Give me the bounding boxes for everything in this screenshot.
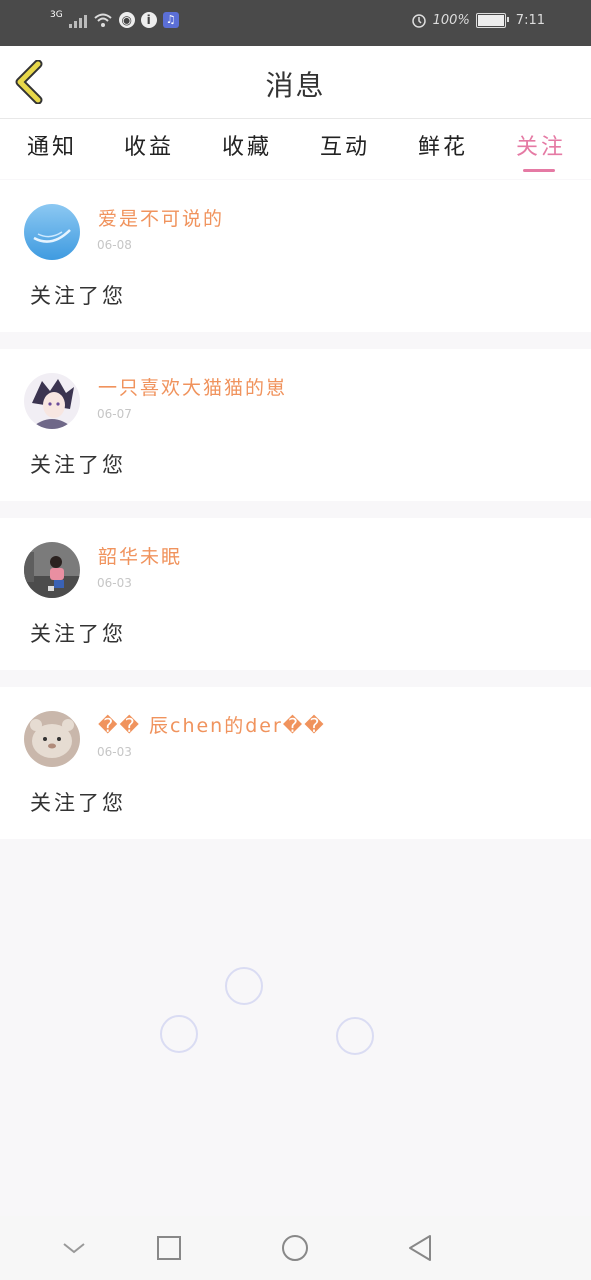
recents-button[interactable] bbox=[153, 1232, 185, 1264]
date: 06-07 bbox=[97, 407, 132, 421]
message-text: 关注了您 bbox=[30, 453, 126, 477]
square-icon bbox=[157, 1236, 181, 1260]
tab-favorites[interactable]: 收藏 bbox=[222, 129, 272, 161]
chevron-down-icon bbox=[63, 1243, 85, 1254]
back-nav-button[interactable] bbox=[404, 1232, 436, 1264]
sky-avatar-image bbox=[24, 204, 80, 260]
battery-percent: 100% bbox=[432, 12, 470, 28]
circle-icon bbox=[282, 1235, 308, 1261]
plush-toy-avatar-image bbox=[24, 711, 80, 767]
list-item[interactable]: 韶华未眠 06-03 关注了您 bbox=[0, 518, 591, 670]
system-nav-bar bbox=[0, 1216, 591, 1280]
signal-icon bbox=[68, 12, 87, 28]
message-text: 关注了您 bbox=[30, 284, 126, 308]
tab-following[interactable]: 关注 bbox=[516, 129, 566, 161]
nav-down-button[interactable] bbox=[58, 1232, 90, 1264]
battery-icon bbox=[475, 12, 509, 28]
alarm-icon bbox=[411, 14, 426, 28]
clock: 7:11 bbox=[515, 12, 545, 28]
tab-notifications[interactable]: 通知 bbox=[27, 129, 77, 161]
date: 06-03 bbox=[97, 745, 132, 759]
user-name[interactable]: 韶华未眠 bbox=[98, 542, 182, 569]
anime-avatar-image bbox=[24, 373, 80, 429]
user-name[interactable]: 一只喜欢大猫猫的崽 bbox=[98, 373, 287, 400]
avatar[interactable] bbox=[24, 204, 80, 260]
header: 消息 bbox=[0, 46, 591, 119]
globe-icon: ◉ bbox=[118, 12, 135, 28]
wifi-icon bbox=[94, 13, 112, 27]
list-item[interactable]: 一只喜欢大猫猫的崽 06-07 关注了您 bbox=[0, 349, 591, 501]
home-button[interactable] bbox=[279, 1232, 311, 1264]
status-bar: 3G ◉ i ♫ 100% 7:11 bbox=[0, 0, 591, 46]
avatar[interactable] bbox=[24, 542, 80, 598]
active-tab-indicator bbox=[523, 169, 555, 172]
list-item[interactable]: 爱是不可说的 06-08 关注了您 bbox=[0, 180, 591, 332]
list-item[interactable]: �� 辰chen的der�� 06-03 关注了您 bbox=[0, 687, 591, 839]
status-icons-right: 100% 7:11 bbox=[411, 12, 545, 28]
user-name[interactable]: 爱是不可说的 bbox=[98, 204, 224, 231]
page-title: 消息 bbox=[265, 69, 326, 102]
date: 06-08 bbox=[97, 238, 132, 252]
avatar[interactable] bbox=[24, 373, 80, 429]
tab-flowers[interactable]: 鲜花 bbox=[418, 129, 468, 161]
info-icon: i bbox=[140, 12, 157, 28]
message-text: 关注了您 bbox=[30, 791, 126, 815]
loading-dot bbox=[160, 1015, 198, 1053]
music-app-icon: ♫ bbox=[162, 12, 179, 28]
network-type: 3G bbox=[50, 10, 63, 20]
tab-earnings[interactable]: 收益 bbox=[124, 129, 174, 161]
loading-dot bbox=[225, 967, 263, 1005]
message-text: 关注了您 bbox=[30, 622, 126, 646]
date: 06-03 bbox=[97, 576, 132, 590]
triangle-back-icon bbox=[409, 1235, 431, 1261]
photo-avatar-image bbox=[24, 542, 80, 598]
loading-dot bbox=[336, 1017, 374, 1055]
avatar[interactable] bbox=[24, 711, 80, 767]
tab-bar: 通知 收益 收藏 互动 鲜花 关注 bbox=[0, 119, 591, 179]
status-icons-left: 3G ◉ i ♫ bbox=[50, 10, 179, 28]
tab-interactions[interactable]: 互动 bbox=[320, 129, 370, 161]
user-name[interactable]: �� 辰chen的der�� bbox=[98, 711, 326, 738]
